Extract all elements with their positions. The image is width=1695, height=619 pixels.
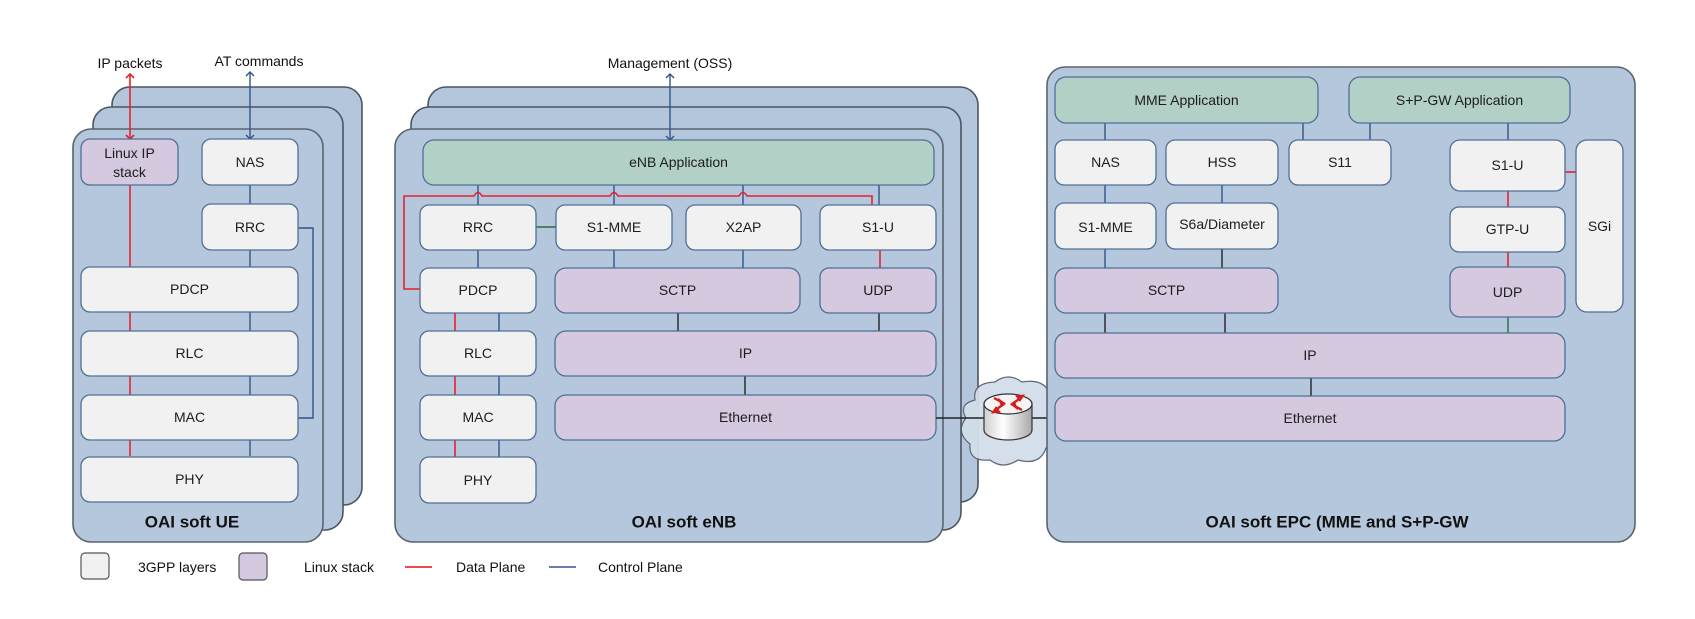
ue-linux-ip-label-2: stack bbox=[113, 164, 147, 180]
epc-ethernet: Ethernet bbox=[1054, 395, 1566, 442]
layer-label: SCTP bbox=[659, 282, 696, 298]
layer-label: NAS bbox=[236, 154, 265, 170]
ue-phy: PHY bbox=[80, 456, 299, 503]
enb-pdcp: PDCP bbox=[419, 267, 537, 314]
layer-label: RLC bbox=[464, 345, 492, 361]
layer-label: S1-U bbox=[862, 219, 894, 235]
enb-application: eNB Application bbox=[422, 139, 935, 186]
layer-label: S11 bbox=[1328, 154, 1352, 170]
enb-s1mme: S1-MME bbox=[555, 204, 673, 251]
enb-ip: IP bbox=[554, 330, 937, 377]
ue-rrc: RRC bbox=[201, 203, 299, 251]
layer-label: PHY bbox=[175, 471, 204, 487]
enb-title: OAI soft eNB bbox=[632, 513, 737, 532]
oai-architecture-diagram: IP packets AT commands Linux IP stack NA… bbox=[72, 53, 1636, 581]
layer-label: S1-MME bbox=[1078, 219, 1132, 235]
layer-label: Ethernet bbox=[719, 409, 772, 425]
enb-sctp: SCTP bbox=[554, 267, 801, 314]
layer-label: RRC bbox=[235, 219, 265, 235]
layer-label: MAC bbox=[462, 409, 493, 425]
epc-s1mme: S1-MME bbox=[1054, 202, 1157, 250]
legend-3gpp-label: 3GPP layers bbox=[138, 559, 216, 575]
epc-gtpu: GTP-U bbox=[1449, 206, 1566, 253]
epc-sgi: SGi bbox=[1575, 139, 1624, 313]
epc-s6a-diameter: S6a/Diameter bbox=[1165, 202, 1279, 250]
router-icon bbox=[983, 393, 1033, 441]
layer-label: S6a/Diameter bbox=[1179, 216, 1265, 232]
epc-mme-application: MME Application bbox=[1054, 76, 1319, 124]
epc-sctp: SCTP bbox=[1054, 267, 1279, 314]
enb-stack: Management (OSS) eNB Application RRC S1-… bbox=[394, 55, 979, 543]
ue-linux-ip-stack: Linux IP stack bbox=[80, 138, 179, 186]
epc-s1u: S1-U bbox=[1449, 139, 1566, 192]
ue-linux-ip-label-1: Linux IP bbox=[104, 145, 155, 161]
layer-label: MME Application bbox=[1134, 92, 1238, 108]
layer-label: HSS bbox=[1208, 154, 1237, 170]
layer-label: eNB Application bbox=[629, 154, 728, 170]
layer-label: X2AP bbox=[726, 219, 762, 235]
ue-mac: MAC bbox=[80, 394, 299, 441]
epc-hss: HSS bbox=[1165, 139, 1279, 186]
at-commands-label: AT commands bbox=[215, 53, 304, 69]
layer-label: PDCP bbox=[170, 281, 209, 297]
layer-label: GTP-U bbox=[1486, 221, 1530, 237]
epc-nas: NAS bbox=[1054, 139, 1157, 186]
ue-rlc: RLC bbox=[80, 330, 299, 377]
layer-label: UDP bbox=[1493, 284, 1523, 300]
enb-s1u: S1-U bbox=[819, 204, 937, 251]
legend-data-plane-label: Data Plane bbox=[456, 559, 525, 575]
layer-label: MAC bbox=[174, 409, 205, 425]
layer-label: SGi bbox=[1588, 218, 1611, 234]
layer-label: S+P-GW Application bbox=[1396, 92, 1523, 108]
epc-s11: S11 bbox=[1288, 139, 1392, 186]
epc-ip: IP bbox=[1054, 332, 1566, 379]
layer-label: NAS bbox=[1091, 154, 1120, 170]
layer-label: SCTP bbox=[1148, 282, 1185, 298]
enb-rlc: RLC bbox=[419, 330, 537, 377]
layer-label: S1-MME bbox=[587, 219, 641, 235]
enb-rrc: RRC bbox=[419, 204, 537, 251]
legend-linux-swatch bbox=[238, 552, 268, 581]
legend-linux-label: Linux stack bbox=[304, 559, 375, 575]
layer-label: RLC bbox=[175, 345, 203, 361]
legend: 3GPP layers Linux stack Data Plane Contr… bbox=[80, 552, 683, 581]
layer-label: PHY bbox=[464, 472, 493, 488]
enb-udp: UDP bbox=[819, 267, 937, 314]
ue-pdcp: PDCP bbox=[80, 266, 299, 313]
layer-label: UDP bbox=[863, 282, 893, 298]
enb-mac: MAC bbox=[419, 394, 537, 441]
management-label: Management (OSS) bbox=[608, 55, 733, 71]
ue-title: OAI soft UE bbox=[145, 513, 239, 532]
epc-stack: MME Application S+P-GW Application NAS H… bbox=[1046, 66, 1636, 543]
layer-label: S1-U bbox=[1492, 157, 1524, 173]
legend-3gpp-swatch bbox=[80, 552, 110, 580]
epc-udp: UDP bbox=[1449, 266, 1566, 318]
enb-phy: PHY bbox=[419, 456, 537, 504]
ue-nas: NAS bbox=[201, 138, 299, 186]
layer-label: PDCP bbox=[459, 282, 498, 298]
epc-spgw-application: S+P-GW Application bbox=[1348, 76, 1571, 124]
enb-ethernet: Ethernet bbox=[554, 394, 937, 441]
epc-title: OAI soft EPC (MME and S+P-GW bbox=[1205, 513, 1469, 532]
enb-x2ap: X2AP bbox=[685, 204, 802, 251]
ue-stack: IP packets AT commands Linux IP stack NA… bbox=[72, 53, 363, 543]
layer-label: RRC bbox=[463, 219, 493, 235]
layer-label: Ethernet bbox=[1284, 410, 1337, 426]
layer-label: IP bbox=[1303, 347, 1316, 363]
ip-packets-label: IP packets bbox=[97, 55, 162, 71]
layer-label: IP bbox=[739, 345, 752, 361]
legend-control-plane-label: Control Plane bbox=[598, 559, 683, 575]
